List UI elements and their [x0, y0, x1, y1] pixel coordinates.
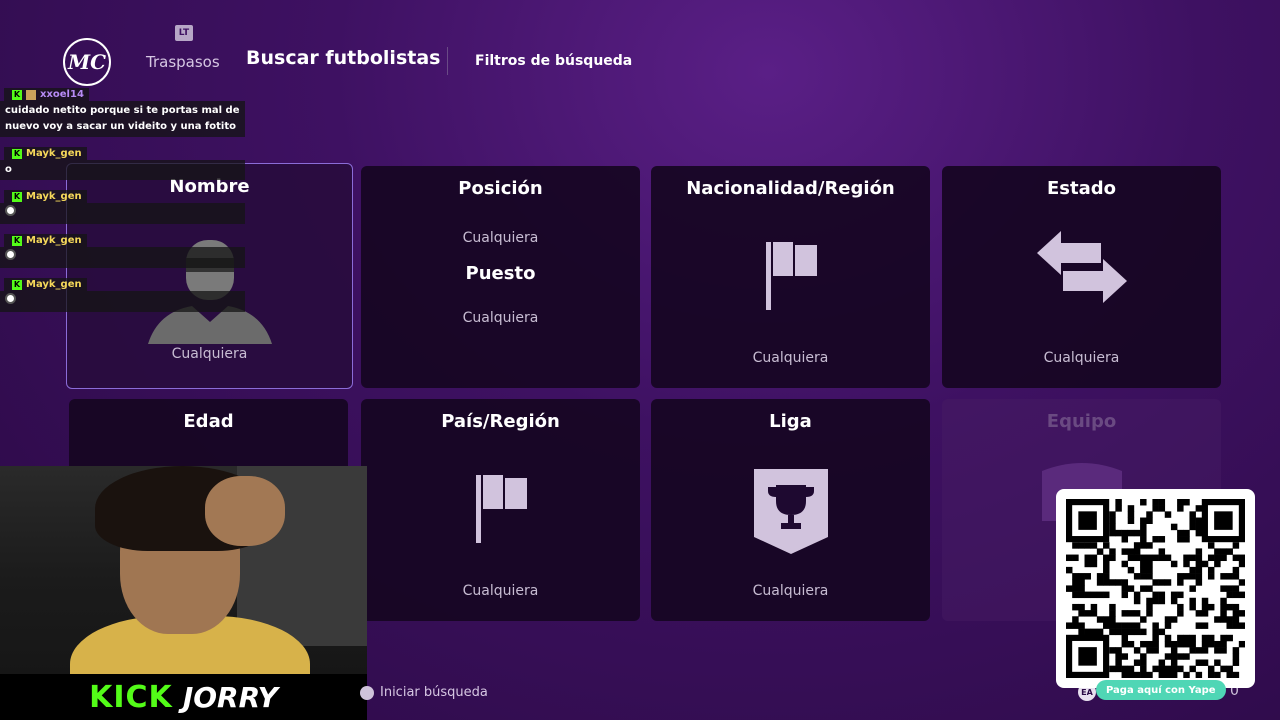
- flag-icon: [765, 242, 817, 310]
- yape-caption: Paga aquí con Yape: [1096, 680, 1226, 700]
- chat-text: cuidado netito porque si te portas mal d…: [0, 101, 245, 137]
- kick-badge-icon: K: [12, 89, 22, 100]
- search-filters-button[interactable]: Filtros de búsqueda: [475, 53, 632, 69]
- status-filter-card[interactable]: Estado Cualquiera: [942, 166, 1221, 388]
- chat-username: K Mayk_gen: [4, 147, 87, 160]
- chat-username: K xxoel14: [4, 88, 89, 101]
- chat-text: [0, 291, 245, 312]
- kick-logo: KICK: [89, 679, 173, 715]
- role-title: Puesto: [465, 263, 536, 284]
- chat-message: K Mayk_gen: [0, 184, 245, 224]
- position-filter-card[interactable]: Posición Cualquiera Puesto Cualquiera: [361, 166, 640, 388]
- webcam-streamer-hand: [205, 476, 285, 546]
- card-title: País/Región: [441, 411, 560, 432]
- emote-icon: [5, 293, 16, 304]
- chat-text: [0, 247, 245, 268]
- webcam-overlay: KICK JORRY: [0, 466, 367, 720]
- chat-message: K xxoel14 cuidado netito porque si te po…: [0, 82, 245, 137]
- transfer-arrows-icon: [1036, 231, 1127, 303]
- card-title: Equipo: [1046, 411, 1117, 432]
- trophy-shield-icon: [753, 469, 828, 554]
- stream-chat: K xxoel14 cuidado netito porque si te po…: [0, 82, 245, 316]
- league-filter-card[interactable]: Liga Cualquiera: [651, 399, 930, 621]
- lt-trigger-icon: LT: [175, 25, 193, 41]
- position-value: Cualquiera: [462, 230, 539, 246]
- payment-qr-code: [1056, 489, 1255, 688]
- chat-username: K Mayk_gen: [4, 234, 87, 247]
- chat-text: o: [0, 160, 245, 180]
- controller-button-icon: [360, 685, 374, 700]
- card-value: Cualquiera: [462, 583, 539, 599]
- chat-text: [0, 203, 245, 224]
- nav-divider: [447, 47, 448, 75]
- card-value: Cualquiera: [752, 350, 829, 366]
- role-value: Cualquiera: [462, 310, 539, 326]
- card-title: Posición: [458, 178, 543, 199]
- country-filter-card[interactable]: País/Región Cualquiera: [361, 399, 640, 621]
- qr-code-image: [1066, 499, 1246, 679]
- card-value: Cualquiera: [1043, 350, 1120, 366]
- chat-message: K Mayk_gen: [0, 228, 245, 268]
- chat-username: K Mayk_gen: [4, 190, 87, 203]
- streamer-name: JORRY: [182, 680, 278, 714]
- chat-message: K Mayk_gen: [0, 272, 245, 312]
- chat-username: K Mayk_gen: [4, 278, 87, 291]
- card-title: Nacionalidad/Región: [686, 178, 895, 199]
- app-logo: MC: [63, 38, 111, 86]
- card-title: Edad: [183, 411, 234, 432]
- start-search-hint[interactable]: Iniciar búsqueda: [360, 685, 488, 700]
- card-title: Estado: [1046, 178, 1116, 199]
- tab-transfers[interactable]: Traspasos: [146, 53, 220, 71]
- kick-badge-icon: K: [12, 191, 22, 202]
- card-value: Cualquiera: [171, 346, 248, 362]
- start-search-label: Iniciar búsqueda: [380, 685, 488, 700]
- nationality-filter-card[interactable]: Nacionalidad/Región Cualquiera: [651, 166, 930, 388]
- page-title: Buscar futbolistas: [246, 47, 441, 69]
- stream-banner: KICK JORRY: [0, 674, 367, 720]
- emote-icon: [5, 249, 16, 260]
- kick-badge-icon: K: [12, 235, 22, 246]
- kick-badge-icon: K: [12, 148, 22, 159]
- emote-icon: [5, 205, 16, 216]
- flag-icon: [475, 475, 527, 543]
- kick-badge-icon: K: [12, 279, 22, 290]
- chat-message: K Mayk_gen o: [0, 141, 245, 180]
- card-value: Cualquiera: [752, 583, 829, 599]
- subscriber-badge-icon: [26, 89, 36, 100]
- card-title: Liga: [769, 411, 812, 432]
